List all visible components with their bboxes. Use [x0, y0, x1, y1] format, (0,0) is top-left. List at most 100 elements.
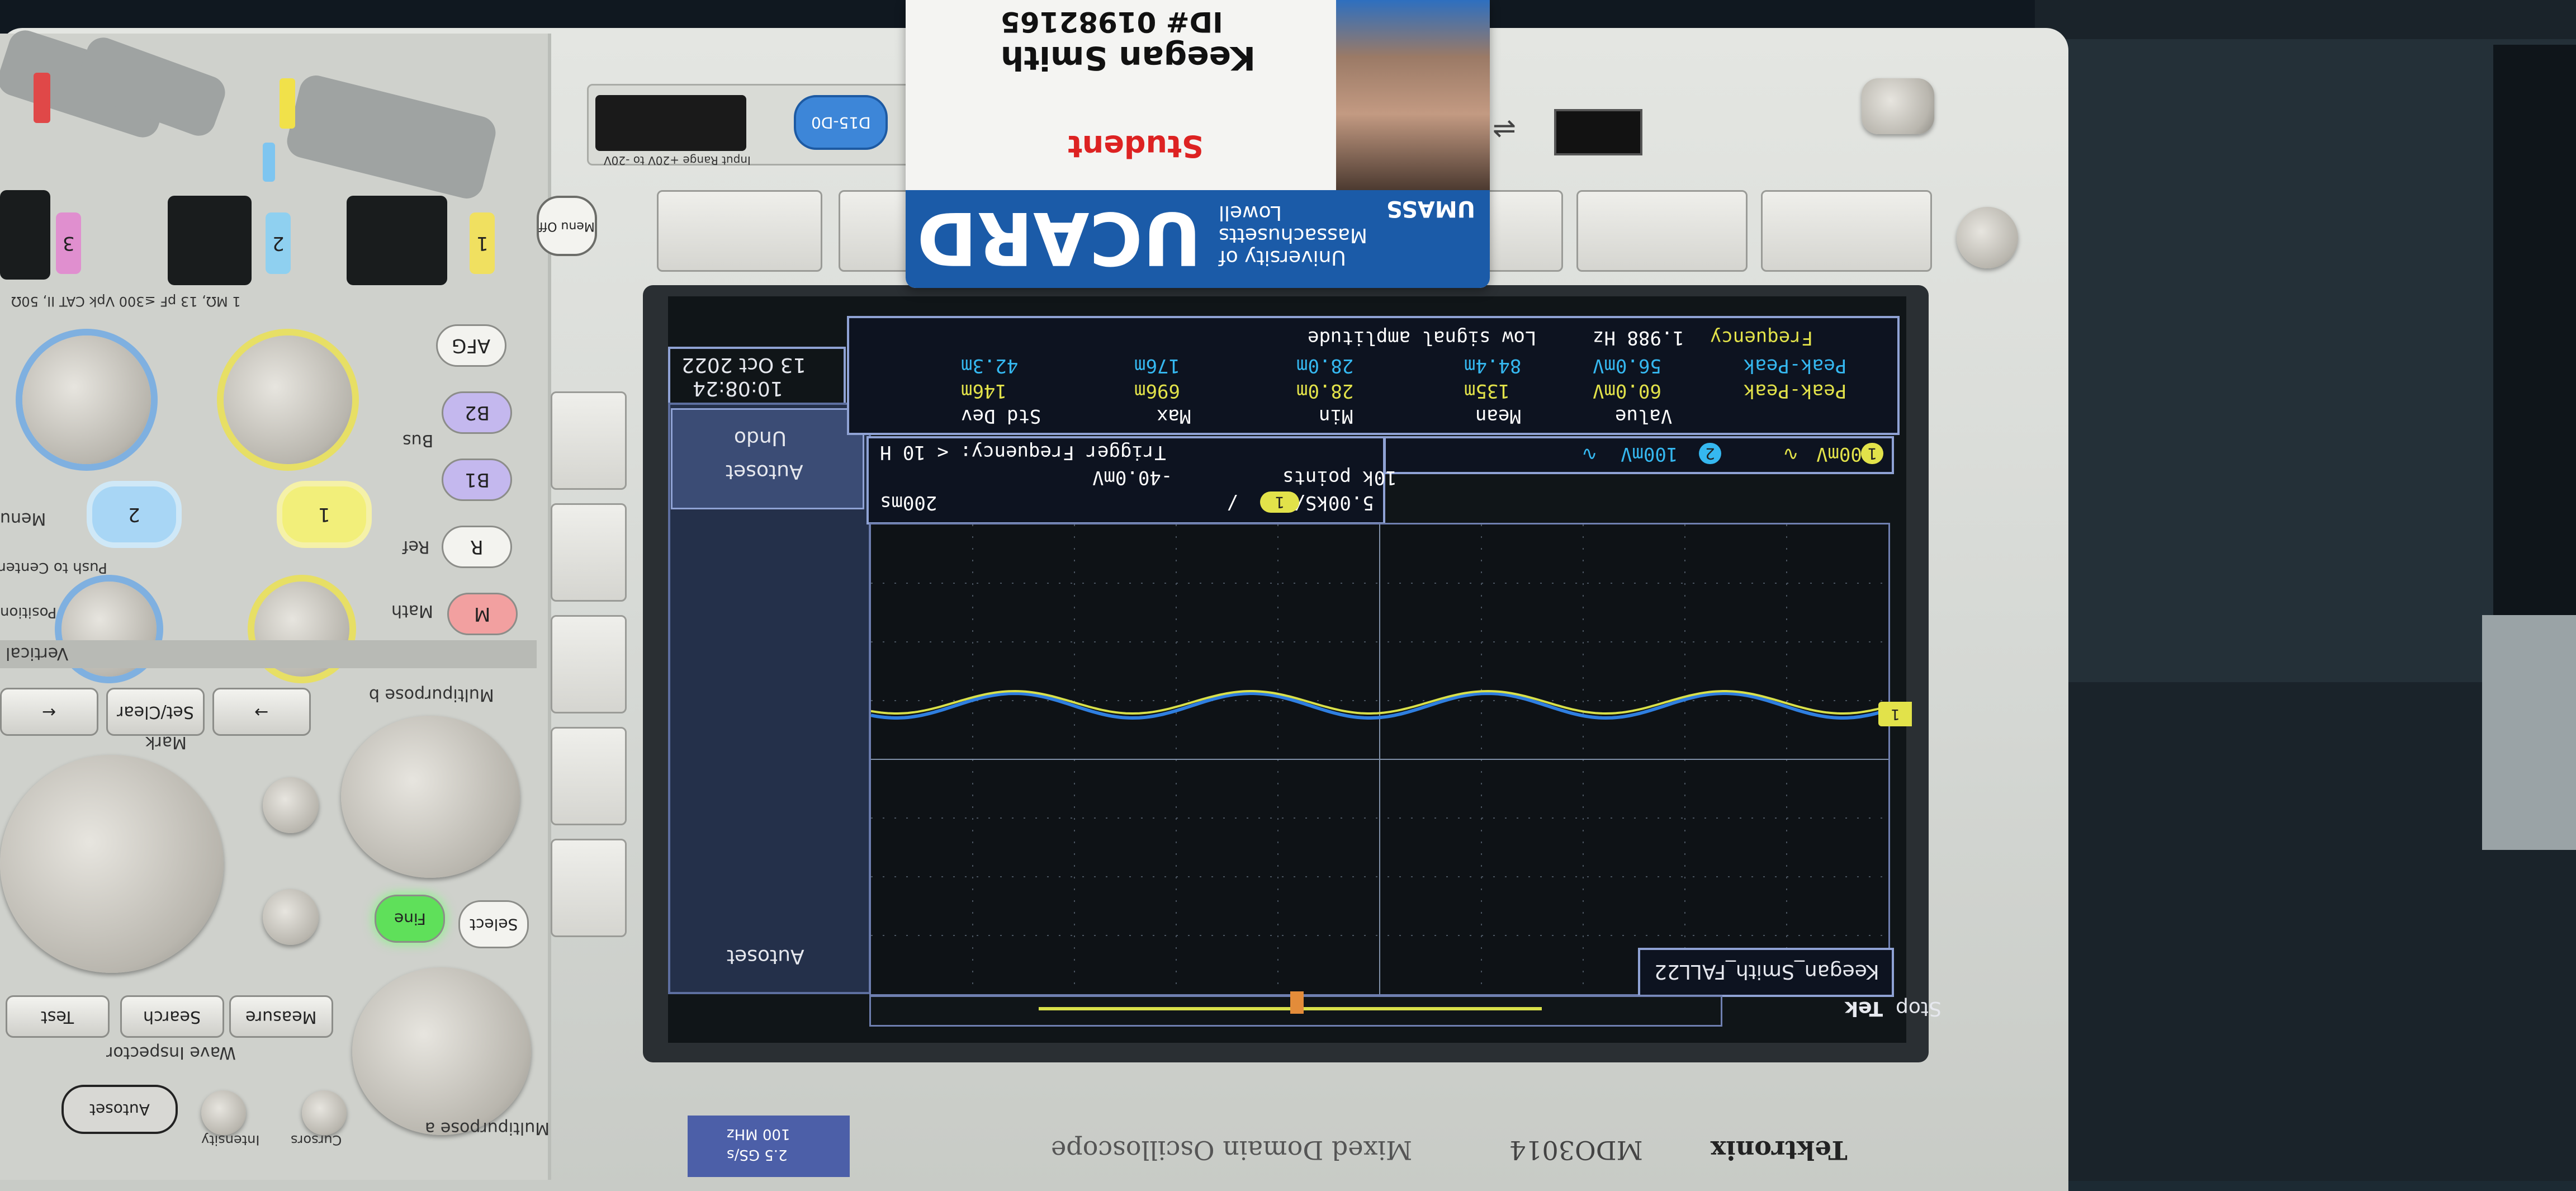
vertical-label: Vertical [6, 644, 69, 663]
jog-shuttle-knob[interactable] [0, 755, 224, 973]
meas-row-2-min: 28.0m [1296, 355, 1354, 377]
meas-header-mean: Mean [1475, 405, 1521, 427]
meas-row-2-std: 42.3m [961, 355, 1019, 377]
menu-button-round[interactable] [1957, 207, 2018, 268]
waveform-svg [870, 524, 1888, 994]
model-number: MDO3014 [1509, 1135, 1643, 1165]
meas-row-3-name: Peak-Peak [1744, 380, 1847, 402]
intensity-label: Intensity [201, 1132, 260, 1148]
spec-sample-rate: 2.5 GS/s [727, 1146, 788, 1163]
datetime-time: 10:08:24 [693, 377, 783, 400]
side-softkey-5[interactable] [551, 839, 627, 937]
probe-band-blue [263, 143, 275, 182]
intensity-button[interactable] [201, 1090, 246, 1135]
select-button[interactable]: Select [458, 900, 529, 948]
tek-logo: Tek [1845, 997, 1883, 1020]
bottom-softkey-1[interactable] [1761, 190, 1932, 272]
multipurpose-b-label: Multipurpose b [369, 685, 494, 705]
meas-header-std: Std Dev [961, 405, 1041, 427]
id-card: Keegan Smith ID# 01982165 Student UCARD … [906, 0, 1490, 288]
meas-row-3-max: 696m [1134, 380, 1180, 402]
measure-button[interactable]: Measure [229, 995, 333, 1038]
probe-band-red [34, 73, 50, 123]
position-label: Position [0, 604, 57, 621]
undo-sub-label: Autoset [726, 460, 803, 483]
meas-row-3-min: 28.0m [1296, 380, 1354, 402]
zoom-button[interactable] [263, 889, 319, 945]
side-softkey-3[interactable] [551, 615, 627, 713]
fine-button[interactable]: Fine [375, 895, 445, 943]
channel-2-scale-knob[interactable] [22, 335, 151, 464]
channel-2-button[interactable]: 2 [92, 486, 176, 542]
mark-prev-button[interactable]: → [212, 688, 311, 736]
record-overview-bar [869, 991, 1722, 1027]
product-name: Mixed Domain Oscilloscope [1051, 1135, 1413, 1165]
b2-button[interactable]: B2 [442, 391, 512, 434]
meas-row-2-name: Peak-Peak [1744, 355, 1847, 377]
autoset-button[interactable]: Autoset [61, 1085, 178, 1134]
meas-header-min: Min [1319, 405, 1353, 427]
multipurpose-a-knob[interactable] [352, 967, 531, 1135]
card-role: Student [1068, 129, 1204, 164]
meas-row-3-value: 60.0mV [1593, 380, 1661, 402]
meas-row-2-value: 56.0mV [1593, 355, 1661, 377]
power-button[interactable] [1862, 78, 1934, 134]
cursors-button[interactable] [302, 1090, 347, 1135]
side-softkey-1[interactable] [551, 391, 627, 490]
bus-label: Bus [402, 431, 434, 450]
channel-1-badge: 1 [470, 212, 495, 274]
meas-row-1-name: Frequency [1710, 327, 1813, 349]
vertical-section-bar: Vertical [0, 640, 537, 668]
set-clear-button[interactable]: Set/Clear [106, 688, 205, 736]
background-equipment [2493, 45, 2576, 660]
search-button[interactable]: Search [120, 995, 224, 1038]
run-state: Stop [1896, 997, 1942, 1020]
channel-3-input[interactable] [0, 190, 50, 280]
bottom-softkey-2[interactable] [1576, 190, 1748, 272]
channel-1-scale-knob[interactable] [224, 335, 352, 464]
bottom-softkey-7[interactable] [657, 190, 822, 272]
push-to-center-label: Push to Center [0, 559, 107, 576]
probe-spec-label: 1 MΩ, 13 pF ≤300 Vpk CAT II, 50Ω [11, 294, 241, 309]
test-button[interactable]: Test [6, 995, 110, 1038]
trigger-level: -40.0mV [1092, 466, 1173, 489]
mark-next-button[interactable]: ← [0, 688, 98, 736]
card-school-line2: Massachusetts [1219, 224, 1368, 247]
screen-label: Keegan_Smith_FALL22 [1654, 960, 1879, 983]
side-softkey-4[interactable] [551, 727, 627, 825]
tek-run-status: Tek Stop [1845, 995, 1942, 1020]
math-label: Math [391, 601, 434, 621]
wave-inspector-label: Wave Inspector [106, 1043, 236, 1062]
usb-port[interactable] [1554, 109, 1642, 155]
math-button[interactable]: M [447, 593, 518, 635]
meas-row-3-std: 146m [961, 380, 1007, 402]
spec-bandwidth: 100 MHz [727, 1126, 790, 1142]
digital-probe-connector[interactable] [595, 95, 746, 151]
channel-2-badge: 2 [266, 212, 291, 274]
afg-button[interactable]: AFG [436, 324, 506, 367]
side-softkey-2[interactable] [551, 503, 627, 602]
meas-header-max: Max [1157, 405, 1191, 427]
undo-label: Undo [734, 427, 787, 450]
channel-1-input[interactable] [347, 196, 447, 285]
b1-button[interactable]: B1 [442, 459, 512, 501]
ref-button[interactable]: R [442, 526, 512, 568]
channel-readout: 100mV ∿ 100mV ∿ 1 2 [1384, 436, 1894, 474]
channel-2-input[interactable] [168, 196, 252, 285]
multipurpose-b-knob[interactable] [341, 716, 520, 878]
play-pause-button[interactable] [263, 777, 319, 833]
autoset-menu-title: Autoset [727, 945, 804, 968]
card-school-line3: Lowell [1219, 201, 1282, 224]
trigger-slope-icon: / [1227, 491, 1238, 514]
d15-d0-button[interactable]: D15-D0 [794, 95, 888, 150]
datetime-date: 13 Oct 2022 [681, 353, 806, 376]
input-range-label: Input Range +20V to -20V [604, 154, 751, 167]
undo-autoset-menu-item[interactable]: Undo Autoset [671, 408, 864, 509]
datetime-box: 13 Oct 2022 10:08:24 [668, 347, 846, 407]
meas-row-1-value: 1.988 Hz [1593, 327, 1684, 349]
trigger-position-marker [1290, 991, 1304, 1014]
ref-label: Ref [402, 537, 430, 556]
menu-off-button[interactable]: Menu Off [537, 196, 597, 256]
channel-1-button[interactable]: 1 [282, 486, 366, 542]
ch1-coupling-icon: ∿ [1783, 443, 1799, 465]
